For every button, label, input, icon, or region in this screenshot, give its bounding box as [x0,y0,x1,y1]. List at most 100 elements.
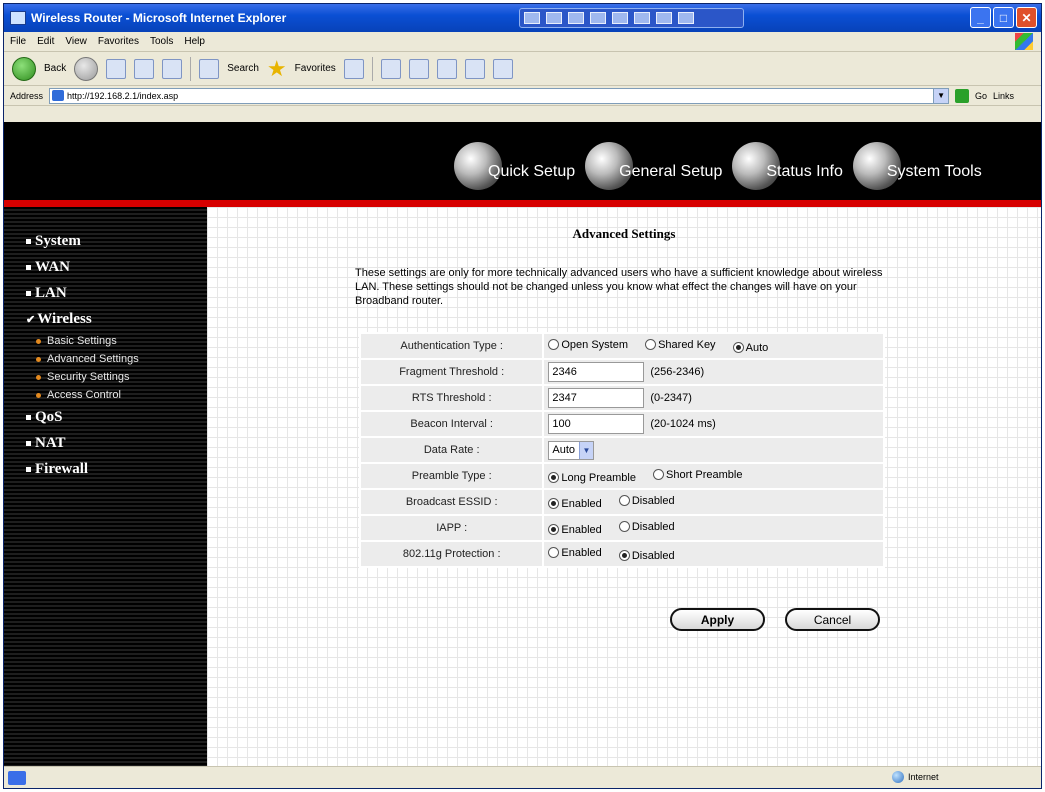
iapp-disabled-radio[interactable]: Disabled [618,521,675,533]
menu-view[interactable]: View [65,36,87,47]
sidebar-item-wan[interactable]: WAN [4,254,207,280]
nav-label: System Tools [886,163,982,180]
sidebar-item-label: Wireless [37,310,92,327]
sidebar-sub-label: Access Control [47,389,121,401]
nav-system-tools[interactable]: System Tools [852,142,982,190]
nav-quick-setup[interactable]: Quick Setup [454,142,575,190]
search-icon[interactable] [199,58,220,79]
preamble-short-radio[interactable]: Short Preamble [653,469,742,481]
radio-icon [548,339,560,350]
search-label[interactable]: Search [227,63,259,74]
sidebar-item-system[interactable]: System [4,228,207,254]
rts-threshold-input[interactable]: 2347 [548,388,645,408]
radio-label: Shared Key [658,338,716,351]
address-dropdown-icon[interactable]: ▼ [933,88,949,103]
tray-icon[interactable] [568,12,584,24]
forward-icon[interactable] [74,56,99,81]
nav-general-setup[interactable]: General Setup [585,142,722,190]
menu-edit[interactable]: Edit [37,36,54,47]
media-icon[interactable] [343,58,364,79]
security-zone: Internet [892,771,939,783]
menu-help[interactable]: Help [184,36,205,47]
tray-icon[interactable] [612,12,628,24]
sidebar-sub-access-control[interactable]: Access Control [4,386,207,404]
sub-bullet-icon [36,374,41,380]
print-icon[interactable] [436,58,457,79]
table-row: Data Rate : Auto ▼ [358,436,885,464]
ie-icon [10,11,26,25]
tray-icon[interactable] [546,12,562,24]
tray-icon[interactable] [656,12,672,24]
address-input[interactable]: http://192.168.2.1/index.asp ▼ [49,87,950,104]
radio-selected-icon [548,498,560,509]
menu-file[interactable]: File [10,36,26,47]
table-row: Preamble Type : Long Preamble Short Prea… [358,462,885,490]
sidebar-sub-label: Basic Settings [47,335,117,347]
apply-button[interactable]: Apply [670,608,765,631]
links-label[interactable]: Links [993,91,1014,101]
data-rate-select[interactable]: Auto ▼ [548,440,595,460]
beacon-interval-input[interactable]: 100 [548,414,645,434]
minimize-button[interactable]: _ [970,7,991,28]
data-rate-field: Auto ▼ [542,436,885,464]
tray-icon[interactable] [524,12,540,24]
auth-open-system-radio[interactable]: Open System [548,339,628,351]
back-label[interactable]: Back [44,63,66,74]
zone-label: Internet [908,772,939,782]
essid-enabled-radio[interactable]: Enabled [548,498,602,510]
tray-icon[interactable] [634,12,650,24]
favorites-label[interactable]: Favorites [295,63,336,74]
data-rate-label: Data Rate : [358,436,545,464]
broadcast-essid-field: Enabled Disabled [542,488,885,516]
sidebar-sub-advanced-settings[interactable]: Advanced Settings [4,350,207,368]
sidebar-item-qos[interactable]: QoS [4,404,207,430]
page-title: Advanced Settings [572,226,676,241]
broadcast-essid-label: Broadcast ESSID : [358,488,545,516]
preamble-long-radio[interactable]: Long Preamble [548,472,636,484]
table-row: Fragment Threshold : 2346 (256-2346) [358,358,885,386]
sidebar-item-wireless[interactable]: ✔ Wireless [4,306,207,332]
nav-status-info[interactable]: Status Info [732,142,843,190]
essid-disabled-radio[interactable]: Disabled [618,495,675,507]
sidebar-sub-basic-settings[interactable]: Basic Settings [4,332,207,350]
cancel-button[interactable]: Cancel [785,608,880,631]
stop-icon[interactable] [106,58,127,79]
sidebar-sub-security-settings[interactable]: Security Settings [4,368,207,386]
close-button[interactable]: ✕ [1016,7,1037,28]
favorites-icon[interactable]: ★ [267,57,287,79]
fragment-threshold-field: 2346 (256-2346) [542,358,885,386]
toolbar-divider [190,56,192,81]
sidebar-item-label: WAN [35,258,71,275]
tray-icon[interactable] [678,12,694,24]
history-icon[interactable] [380,58,401,79]
sidebar-item-nat[interactable]: NAT [4,430,207,456]
protection-label: 802.11g Protection : [358,540,545,568]
maximize-button[interactable]: □ [993,7,1014,28]
home-icon[interactable] [162,58,183,79]
top-nav: Quick Setup General Setup Status Info Sy… [454,132,992,190]
go-icon[interactable] [955,88,970,103]
sidebar-item-lan[interactable]: LAN [4,280,207,306]
messenger-icon[interactable] [492,58,513,79]
menu-tools[interactable]: Tools [150,36,173,47]
mail-icon[interactable] [408,58,429,79]
rts-threshold-field: 2347 (0-2347) [542,384,885,412]
auth-auto-radio[interactable]: Auto [732,342,768,354]
go-label[interactable]: Go [975,91,987,101]
refresh-icon[interactable] [134,58,155,79]
iapp-field: Enabled Disabled [542,514,885,542]
sidebar-item-label: NAT [35,434,66,451]
back-icon[interactable] [12,56,36,81]
table-row: Beacon Interval : 100 (20-1024 ms) [358,410,885,438]
auth-shared-key-radio[interactable]: Shared Key [645,338,716,351]
address-url[interactable]: http://192.168.2.1/index.asp [67,91,178,101]
protection-enabled-radio[interactable]: Enabled [548,547,602,559]
menu-favorites[interactable]: Favorites [98,36,139,47]
iapp-enabled-radio[interactable]: Enabled [548,524,602,536]
chevron-down-icon[interactable]: ▼ [579,441,594,459]
fragment-threshold-input[interactable]: 2346 [548,362,645,382]
sidebar-item-firewall[interactable]: Firewall [4,456,207,482]
folder-icon[interactable] [464,58,485,79]
protection-disabled-radio[interactable]: Disabled [618,550,675,562]
tray-icon[interactable] [590,12,606,24]
